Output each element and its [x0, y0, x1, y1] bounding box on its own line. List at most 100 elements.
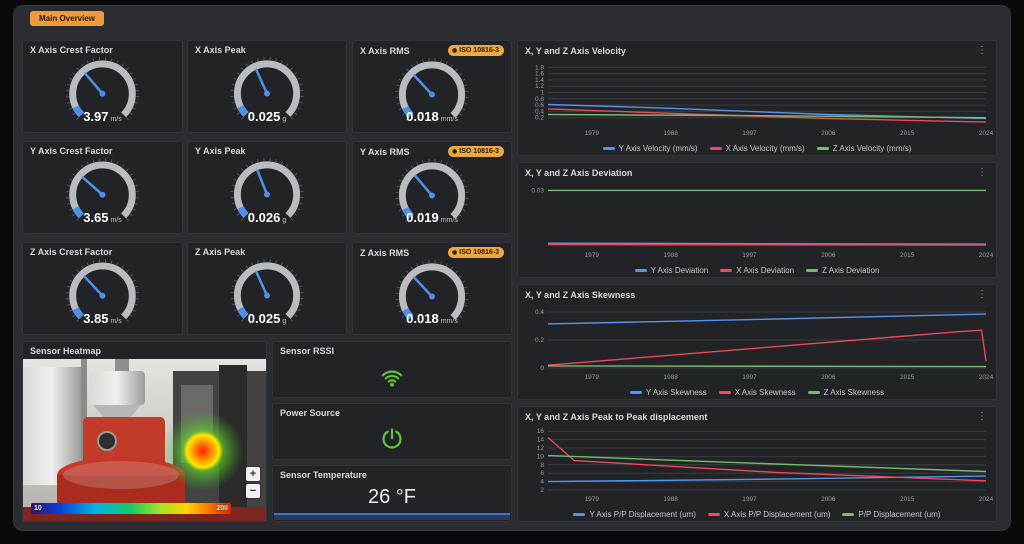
svg-text:2015: 2015: [900, 374, 915, 381]
panel-menu-icon[interactable]: ⋮: [975, 289, 989, 300]
chart-plot: 0.20.40.60.811.21.41.61.8 1979 1988 1997 200…: [535, 64, 994, 137]
legend-label: Y Axis Velocity (mm/s): [618, 144, 698, 153]
panel-x-y-and-z-axis-skewness: X, Y and Z Axis Skewness ⋮ 0 0.2 0.4 1979 1988…: [517, 284, 997, 400]
iso-badge-label: ISO 10816-3: [459, 47, 499, 54]
chart-plot: 24 68 101214 16 1979 1988 1997 2006 2015 2024: [537, 428, 994, 503]
legend-item[interactable]: Z Axis Skewness: [807, 388, 885, 397]
legend-item[interactable]: Z Axis Deviation: [806, 266, 879, 275]
legend-label: Y Axis Deviation: [650, 266, 709, 275]
svg-text:0.4: 0.4: [535, 309, 544, 316]
svg-text:2024: 2024: [979, 130, 994, 137]
panel-x-axis-crest-factor: X Axis Crest Factor 3.97 m/s: [22, 40, 183, 133]
heatmap-scale-min: 10: [34, 505, 42, 512]
panel-title: Y Axis Peak: [195, 146, 246, 156]
gauge-value: 0.025 g: [247, 311, 287, 326]
panel-title: X Axis RMS: [360, 45, 410, 56]
panel-y-axis-rms: Y Axis RMS ◉ ISO 10816-3 0.019 mm/s: [352, 141, 512, 234]
legend-item[interactable]: X Axis Deviation: [720, 266, 794, 275]
legend-label: Z Axis Deviation: [822, 266, 880, 275]
panel-z-axis-rms: Z Axis RMS ◉ ISO 10816-3 0.018 mm/s: [352, 242, 512, 335]
iso-badge-icon: ◉: [452, 249, 458, 256]
svg-text:0.8: 0.8: [535, 96, 544, 103]
zoom-in-button[interactable]: +: [246, 467, 260, 481]
panel-menu-icon[interactable]: ⋮: [975, 167, 989, 178]
legend-swatch: [816, 147, 829, 150]
legend-swatch: [573, 513, 586, 516]
iso-badge[interactable]: ◉ ISO 10816-3: [448, 247, 504, 259]
svg-text:1997: 1997: [742, 252, 757, 259]
panel-title: Y Axis Crest Factor: [30, 146, 113, 156]
svg-text:1988: 1988: [663, 130, 678, 137]
svg-text:2006: 2006: [821, 130, 836, 137]
svg-text:1.4: 1.4: [535, 77, 544, 84]
chart-legend: Y Axis Velocity (mm/s) X Axis Velocity (m…: [518, 144, 996, 153]
panel-sensor-temperature: Sensor Temperature 26 °F: [272, 465, 512, 522]
legend-swatch: [842, 513, 855, 516]
panel-title: Z Axis Crest Factor: [30, 247, 113, 257]
svg-text:2015: 2015: [900, 496, 915, 503]
iso-badge-label: ISO 10816-3: [459, 148, 499, 155]
panel-x-y-and-z-axis-velocity: X, Y and Z Axis Velocity ⋮ 0.2 0.4 0.6 0.8 1 1.…: [517, 40, 997, 156]
svg-text:0.4: 0.4: [535, 108, 544, 115]
legend-item[interactable]: Y Axis Deviation: [634, 266, 709, 275]
legend-label: X Axis Deviation: [736, 266, 795, 275]
svg-text:2006: 2006: [821, 374, 836, 381]
chart-legend: Y Axis Deviation X Axis Deviation Z Axis D…: [518, 266, 996, 275]
wifi-icon: [381, 370, 403, 387]
panel-title: X, Y and Z Axis Deviation: [525, 167, 633, 178]
panel-title: X, Y and Z Axis Velocity: [525, 45, 626, 56]
legend-item[interactable]: Y Axis Velocity (mm/s): [602, 144, 698, 153]
svg-text:0.03: 0.03: [531, 187, 544, 194]
legend-item[interactable]: X Axis P/P Displacement (um): [707, 510, 830, 519]
legend-item[interactable]: Y Axis Skewness: [629, 388, 707, 397]
legend-item[interactable]: X Axis Skewness: [718, 388, 796, 397]
chart-legend: Y Axis Skewness X Axis Skewness Z Axis Ske…: [518, 388, 996, 397]
panel-sensor-heatmap: Sensor Heatmap 10 200 + −: [22, 341, 267, 522]
panel-title: X Axis Crest Factor: [30, 45, 113, 55]
svg-text:1997: 1997: [742, 130, 757, 137]
panel-x-axis-rms: X Axis RMS ◉ ISO 10816-3 0.018 mm/s: [352, 40, 512, 133]
legend-swatch: [634, 269, 647, 272]
heatmap-scale-max: 200: [216, 505, 228, 512]
panel-title: X, Y and Z Axis Peak to Peak displacemen…: [525, 411, 708, 422]
panel-x-axis-peak: X Axis Peak 0.025 g: [187, 40, 347, 133]
svg-text:1.2: 1.2: [535, 83, 544, 90]
tab-main-overview[interactable]: Main Overview: [30, 11, 105, 26]
panel-menu-icon[interactable]: ⋮: [975, 411, 989, 422]
svg-text:1988: 1988: [663, 374, 678, 381]
panel-title-sensor-heatmap: Sensor Heatmap: [30, 346, 102, 356]
legend-swatch: [806, 269, 819, 272]
legend-label: Z Axis Skewness: [823, 388, 885, 397]
legend-label: Y Axis P/P Displacement (um): [589, 510, 696, 519]
chart-plot: 0.03 1979 1988 1997 2006 2015 2024: [531, 187, 993, 259]
panel-title-sensor-temperature: Sensor Temperature: [280, 470, 367, 480]
svg-text:2024: 2024: [979, 374, 994, 381]
panel-sensor-rssi: Sensor RSSI: [272, 341, 512, 398]
svg-text:1988: 1988: [663, 496, 678, 503]
legend-item[interactable]: P/P Displacement (um): [842, 510, 941, 519]
panel-x-y-and-z-axis-deviation: X, Y and Z Axis Deviation ⋮ 0.03 1979 1988 19…: [517, 162, 997, 278]
legend-swatch: [602, 147, 615, 150]
panel-menu-icon[interactable]: ⋮: [975, 45, 989, 56]
legend-item[interactable]: X Axis Velocity (mm/s): [709, 144, 805, 153]
svg-text:8: 8: [540, 462, 544, 469]
svg-text:2: 2: [540, 487, 544, 494]
svg-text:2015: 2015: [900, 252, 915, 259]
panel-z-axis-peak: Z Axis Peak 0.025 g: [187, 242, 347, 335]
temperature-value: 26 °F: [367, 485, 417, 508]
iso-badge[interactable]: ◉ ISO 10816-3: [448, 45, 504, 57]
svg-text:1979: 1979: [585, 252, 600, 259]
svg-text:0.6: 0.6: [535, 102, 544, 109]
svg-text:10: 10: [537, 453, 545, 460]
zoom-out-button[interactable]: −: [246, 484, 260, 498]
svg-text:2015: 2015: [900, 130, 915, 137]
svg-text:14: 14: [537, 437, 545, 444]
iso-badge[interactable]: ◉ ISO 10816-3: [448, 146, 504, 158]
power-icon: [382, 428, 402, 449]
legend-swatch: [718, 391, 731, 394]
svg-text:1988: 1988: [663, 252, 678, 259]
legend-item[interactable]: Z Axis Velocity (mm/s): [816, 144, 911, 153]
legend-item[interactable]: Y Axis P/P Displacement (um): [573, 510, 696, 519]
svg-text:1997: 1997: [742, 374, 757, 381]
gauge-value: 0.026 g: [247, 210, 287, 225]
